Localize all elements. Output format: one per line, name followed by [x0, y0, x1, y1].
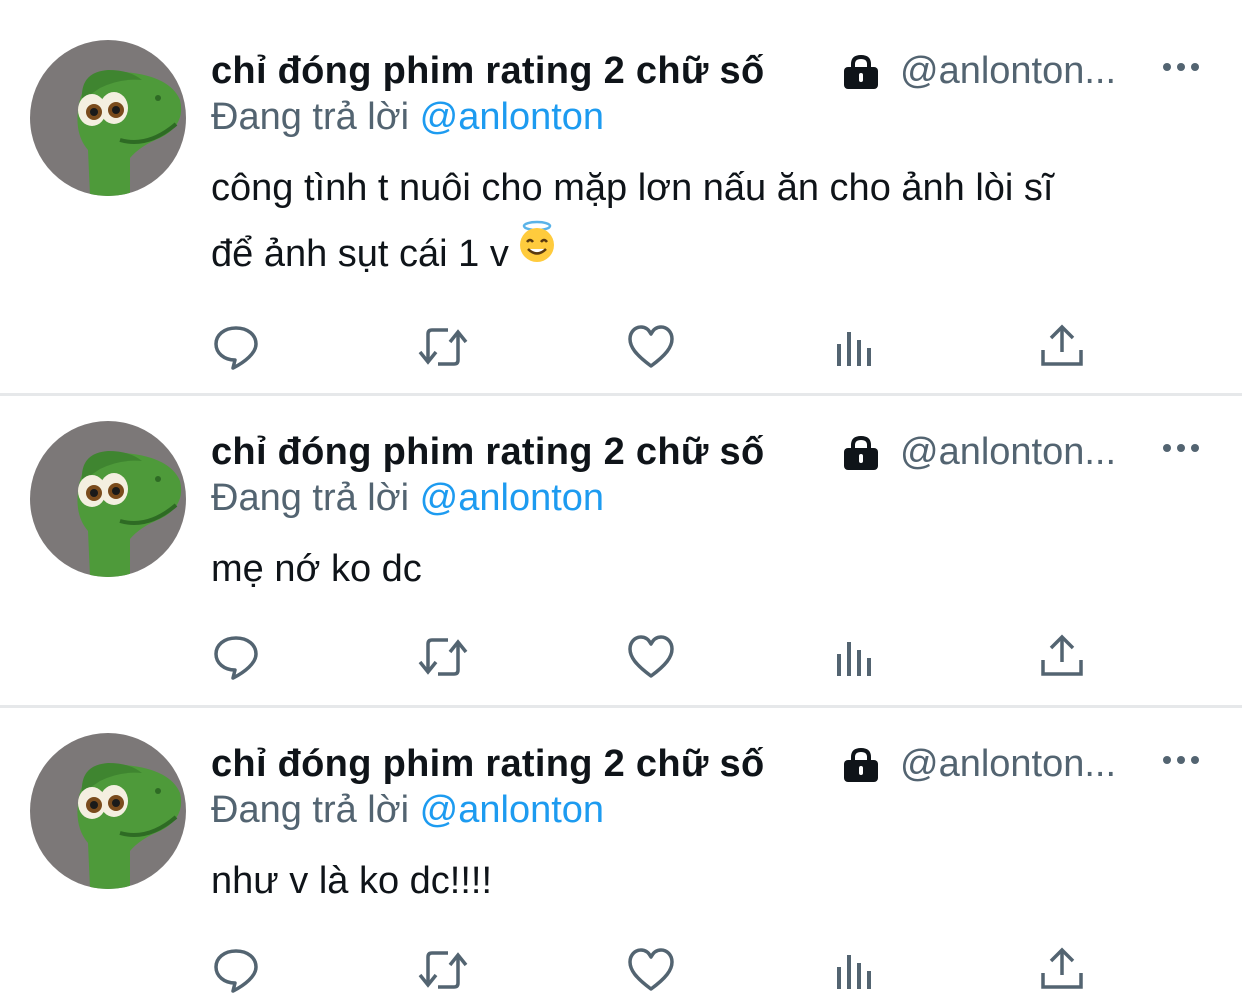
share-icon[interactable]: [1037, 632, 1087, 682]
display-name[interactable]: chỉ đóng phim rating 2 chữ số: [211, 431, 764, 474]
more-icon[interactable]: [1161, 745, 1201, 775]
handle[interactable]: @anlonton...: [900, 431, 1116, 474]
more-icon[interactable]: [1161, 433, 1201, 463]
like-icon[interactable]: [626, 945, 676, 995]
reply-prefix: Đang trả lời: [211, 477, 410, 519]
lock-icon: [841, 435, 881, 476]
retweet-icon[interactable]: [416, 322, 468, 372]
tweet-text: mẹ nớ ko dc: [211, 536, 422, 602]
tweet-header: chỉ đóng phim rating 2 chữ số @anlonton.…: [211, 44, 1211, 100]
tweet[interactable]: chỉ đóng phim rating 2 chữ số @anlonton.…: [0, 396, 1242, 705]
display-name[interactable]: chỉ đóng phim rating 2 chữ số: [211, 743, 764, 786]
reply-mention[interactable]: @anlonton: [420, 789, 604, 831]
tweet-text-line: mẹ nớ ko dc: [211, 548, 422, 590]
tweet-header: chỉ đóng phim rating 2 chữ số @anlonton.…: [211, 425, 1211, 481]
tweet-text-line: như v là ko dc!!!!: [211, 860, 493, 902]
more-icon[interactable]: [1161, 52, 1201, 82]
share-icon[interactable]: [1037, 945, 1087, 995]
replying-to: Đang trả lời @anlonton: [211, 477, 604, 520]
retweet-icon[interactable]: [416, 945, 468, 995]
lock-icon: [841, 747, 881, 788]
reply-mention[interactable]: @anlonton: [420, 477, 604, 519]
avatar[interactable]: [30, 421, 186, 577]
like-icon[interactable]: [626, 632, 676, 682]
tweet[interactable]: chỉ đóng phim rating 2 chữ số @anlonton.…: [0, 0, 1242, 393]
avatar[interactable]: [30, 40, 186, 196]
replying-to: Đang trả lời @anlonton: [211, 789, 604, 832]
tweet-actions: [211, 945, 1083, 995]
views-icon[interactable]: [833, 322, 883, 372]
reply-icon[interactable]: [211, 322, 261, 372]
handle[interactable]: @anlonton...: [900, 50, 1116, 93]
tweet-text: công tình t nuôi cho mặp lơn nấu ăn cho …: [211, 155, 1053, 287]
reply-mention[interactable]: @anlonton: [420, 96, 604, 138]
avatar[interactable]: [30, 733, 186, 889]
reply-icon[interactable]: [211, 945, 261, 995]
views-icon[interactable]: [833, 632, 883, 682]
retweet-icon[interactable]: [416, 632, 468, 682]
tweet-text: như v là ko dc!!!!: [211, 848, 492, 914]
handle[interactable]: @anlonton...: [900, 743, 1116, 786]
tweet[interactable]: chỉ đóng phim rating 2 chữ số @anlonton.…: [0, 708, 1242, 1003]
reply-prefix: Đang trả lời: [211, 96, 410, 138]
reply-prefix: Đang trả lời: [211, 789, 410, 831]
tweet-actions: [211, 632, 1083, 682]
replying-to: Đang trả lời @anlonton: [211, 96, 604, 139]
tweet-text-line: để ảnh sụt cái 1 v: [211, 233, 509, 275]
tweet-actions: [211, 322, 1083, 372]
reply-icon[interactable]: [211, 632, 261, 682]
display-name[interactable]: chỉ đóng phim rating 2 chữ số: [211, 50, 764, 93]
smiling-face-with-halo-icon: [515, 219, 559, 285]
tweet-header: chỉ đóng phim rating 2 chữ số @anlonton.…: [211, 737, 1211, 793]
tweet-text-line: công tình t nuôi cho mặp lơn nấu ăn cho …: [211, 167, 1054, 209]
views-icon[interactable]: [833, 945, 883, 995]
like-icon[interactable]: [626, 322, 676, 372]
lock-icon: [841, 54, 881, 95]
share-icon[interactable]: [1037, 322, 1087, 372]
